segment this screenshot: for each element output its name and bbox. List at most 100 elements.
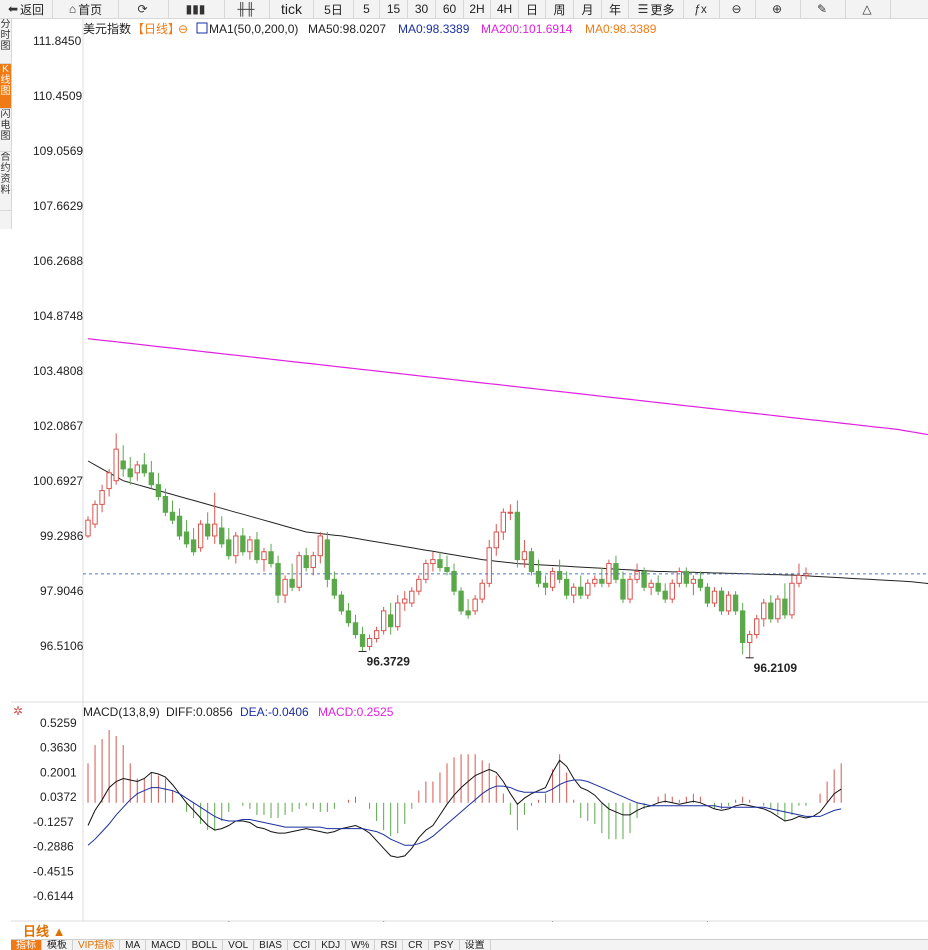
candle[interactable] bbox=[226, 528, 232, 560]
candle[interactable] bbox=[775, 595, 781, 623]
candle[interactable] bbox=[388, 603, 394, 635]
candle[interactable] bbox=[747, 630, 753, 658]
candle[interactable] bbox=[99, 484, 105, 513]
candle[interactable] bbox=[549, 567, 556, 592]
candle[interactable] bbox=[458, 587, 464, 615]
candle[interactable] bbox=[366, 634, 373, 651]
candle[interactable] bbox=[127, 457, 133, 485]
candle[interactable] bbox=[789, 575, 795, 619]
candle[interactable] bbox=[380, 606, 387, 635]
candle[interactable] bbox=[451, 563, 457, 596]
candle[interactable] bbox=[317, 532, 323, 564]
candle[interactable] bbox=[683, 567, 690, 588]
settings-dot-icon[interactable]: ⊖ bbox=[178, 22, 188, 36]
candle[interactable] bbox=[430, 551, 436, 572]
candle[interactable] bbox=[500, 508, 506, 540]
candle[interactable] bbox=[669, 579, 675, 604]
candle[interactable] bbox=[521, 539, 528, 568]
candle[interactable] bbox=[592, 575, 598, 588]
candle[interactable] bbox=[711, 587, 718, 607]
candle[interactable] bbox=[141, 453, 147, 477]
candle[interactable] bbox=[204, 512, 211, 540]
ma-config-icon[interactable] bbox=[196, 22, 208, 34]
candle[interactable] bbox=[761, 599, 767, 627]
candle[interactable] bbox=[528, 547, 535, 576]
period-button[interactable]: 日线 ▲ bbox=[11, 921, 65, 940]
candle[interactable] bbox=[437, 551, 443, 572]
candle[interactable] bbox=[782, 583, 788, 619]
candle[interactable] bbox=[641, 567, 647, 592]
candle[interactable] bbox=[338, 591, 345, 615]
candle[interactable] bbox=[352, 614, 359, 639]
candle[interactable] bbox=[268, 543, 274, 568]
candle[interactable] bbox=[585, 579, 591, 600]
candle[interactable] bbox=[254, 532, 260, 564]
candle[interactable] bbox=[796, 563, 802, 588]
candle[interactable] bbox=[113, 433, 119, 485]
candle[interactable] bbox=[247, 535, 253, 560]
candle[interactable] bbox=[627, 575, 633, 604]
candle[interactable] bbox=[620, 571, 626, 604]
candle[interactable] bbox=[704, 583, 711, 607]
candle[interactable] bbox=[289, 563, 295, 592]
candle[interactable] bbox=[662, 583, 668, 604]
candle[interactable] bbox=[148, 460, 155, 489]
candle[interactable] bbox=[373, 626, 380, 643]
candle[interactable] bbox=[768, 595, 774, 623]
candle[interactable] bbox=[655, 575, 661, 596]
candle[interactable] bbox=[648, 579, 654, 596]
candle[interactable] bbox=[725, 591, 732, 615]
candle[interactable] bbox=[92, 500, 98, 529]
candle[interactable] bbox=[106, 468, 112, 497]
candle[interactable] bbox=[331, 571, 338, 600]
candle[interactable] bbox=[556, 559, 563, 584]
candle[interactable] bbox=[690, 575, 697, 596]
candle[interactable] bbox=[739, 603, 746, 655]
candle[interactable] bbox=[303, 547, 309, 572]
candle[interactable] bbox=[176, 508, 183, 540]
candle[interactable] bbox=[472, 595, 478, 615]
candle[interactable] bbox=[197, 520, 204, 552]
candle[interactable] bbox=[571, 583, 577, 604]
candle[interactable] bbox=[493, 524, 499, 556]
candle[interactable] bbox=[120, 445, 126, 477]
candle[interactable] bbox=[310, 551, 316, 576]
candle[interactable] bbox=[416, 575, 422, 596]
candle[interactable] bbox=[183, 520, 190, 548]
candle[interactable] bbox=[697, 571, 704, 592]
candle[interactable] bbox=[578, 575, 584, 600]
candle[interactable] bbox=[542, 575, 549, 596]
candle[interactable] bbox=[613, 555, 619, 584]
candle[interactable] bbox=[444, 555, 450, 576]
candle[interactable] bbox=[134, 460, 140, 481]
candle[interactable] bbox=[507, 504, 514, 521]
candle[interactable] bbox=[169, 500, 176, 525]
candle[interactable] bbox=[423, 559, 429, 584]
candle[interactable] bbox=[732, 591, 739, 615]
candle[interactable] bbox=[479, 579, 485, 604]
candle[interactable] bbox=[85, 516, 91, 538]
candle[interactable] bbox=[599, 567, 605, 588]
candle[interactable] bbox=[282, 575, 288, 604]
candle[interactable] bbox=[155, 472, 162, 501]
candle[interactable] bbox=[409, 587, 415, 607]
candle[interactable] bbox=[275, 555, 281, 604]
candle[interactable] bbox=[402, 591, 408, 611]
candle[interactable] bbox=[359, 626, 366, 652]
candle[interactable] bbox=[345, 603, 352, 627]
candle[interactable] bbox=[395, 595, 401, 631]
candle[interactable] bbox=[676, 567, 682, 588]
candle[interactable] bbox=[240, 528, 246, 556]
candle[interactable] bbox=[219, 516, 225, 548]
candle[interactable] bbox=[296, 551, 302, 592]
candle[interactable] bbox=[563, 571, 570, 600]
candle[interactable] bbox=[324, 532, 331, 588]
candle[interactable] bbox=[718, 587, 725, 615]
candle[interactable] bbox=[754, 614, 760, 639]
candle[interactable] bbox=[486, 539, 492, 588]
chart-canvas[interactable]: 96.3729 96.2109 111.8450 110.4509 109.0569 1… bbox=[0, 0, 928, 949]
macd-settings-icon[interactable]: ✲ bbox=[13, 704, 23, 718]
candle[interactable] bbox=[261, 547, 267, 572]
candle[interactable] bbox=[190, 528, 197, 556]
candle[interactable] bbox=[212, 492, 218, 544]
